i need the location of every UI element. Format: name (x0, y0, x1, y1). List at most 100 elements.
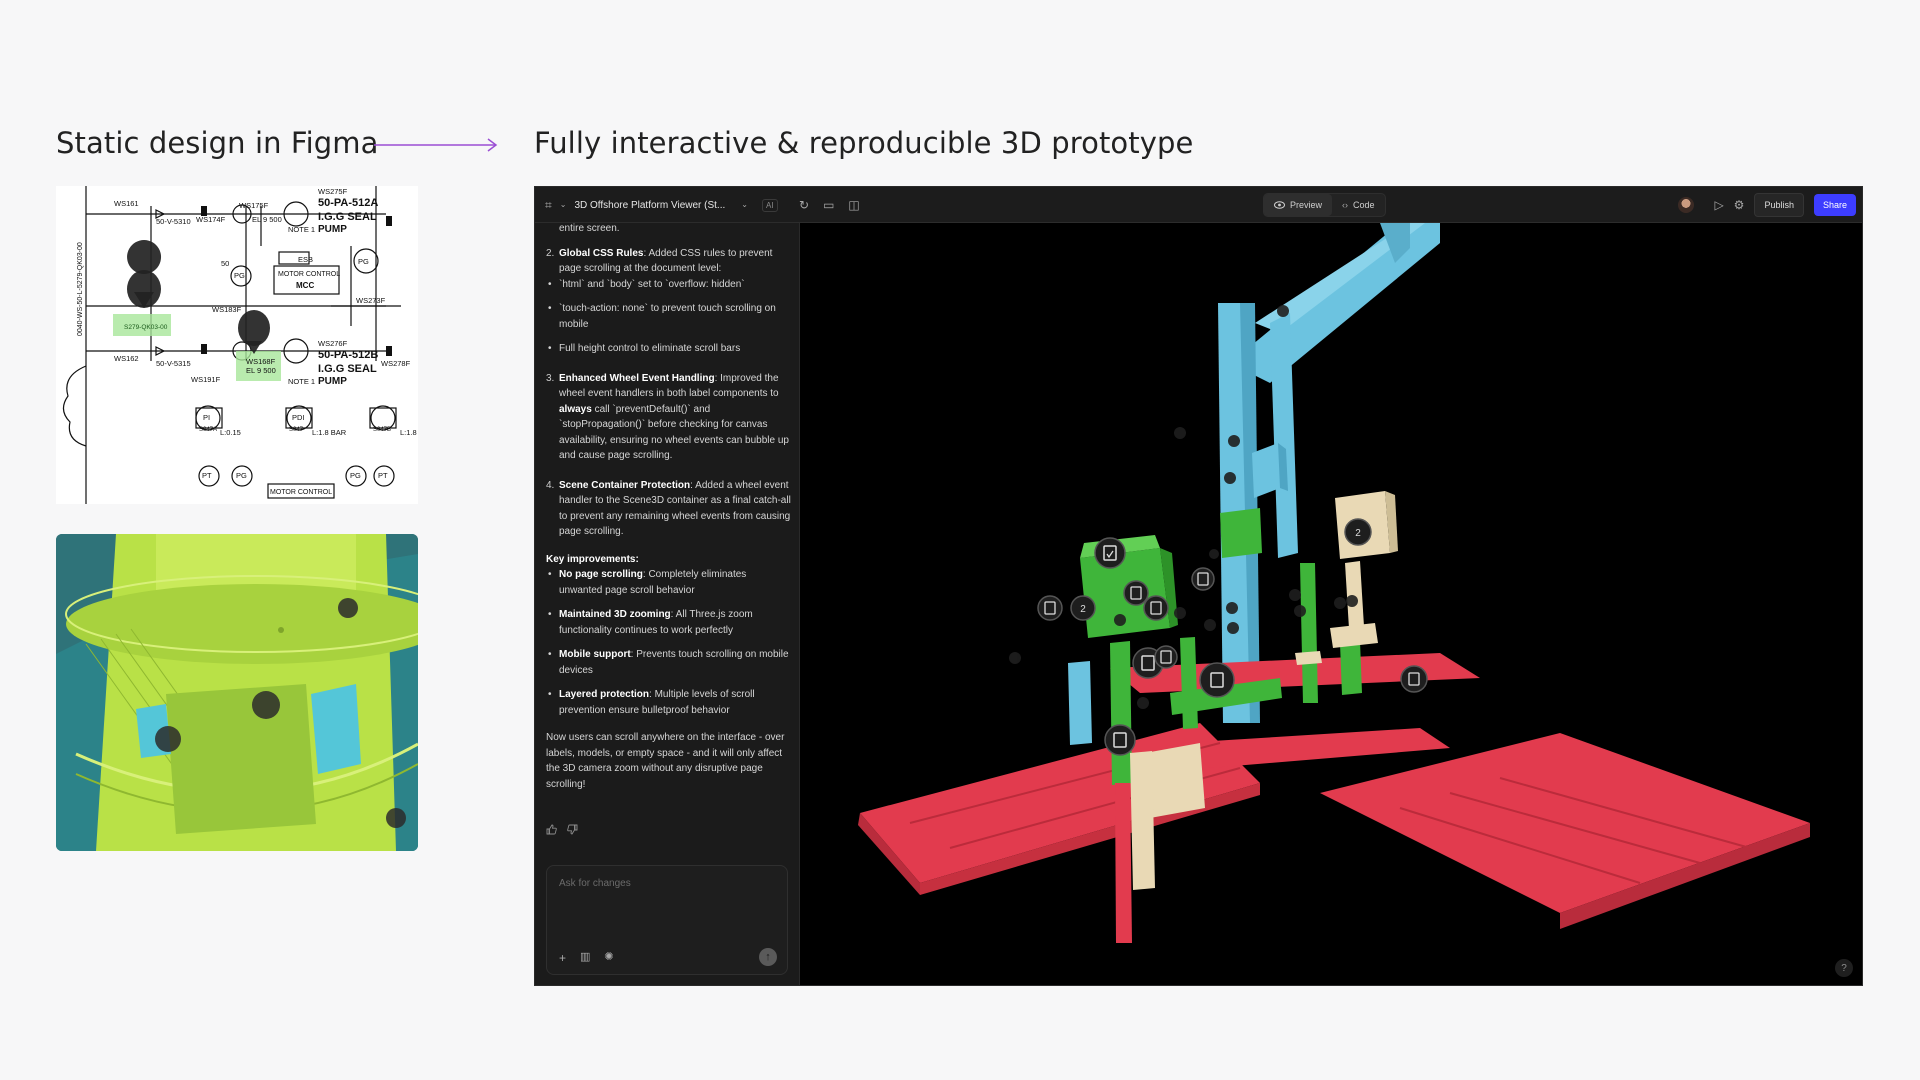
avatar[interactable] (1678, 197, 1695, 213)
publish-button[interactable]: Publish (1754, 193, 1804, 217)
send-button[interactable]: ↑ (759, 948, 777, 966)
gear-icon[interactable]: ⚙ (1734, 199, 1745, 211)
svg-text:MCC: MCC (296, 281, 314, 290)
note-marker-icon[interactable] (1037, 595, 1063, 621)
svg-text:PG: PG (236, 471, 247, 480)
svg-text:2: 2 (1355, 528, 1361, 539)
tab-code[interactable]: ‹› Code (1332, 194, 1385, 216)
pid-diagram-card: WS161 50-V-5310 WS174F WS175F EL 9 500 N… (56, 186, 418, 504)
svg-text:PT: PT (202, 471, 212, 480)
list-item: • Maintained 3D zooming: All Three.js zoo… (548, 609, 753, 636)
top-toolbar: ⌗ ⌄ 3D Offshore Platform Viewer (St... ⌄… (535, 187, 1862, 223)
feedback-row (546, 824, 578, 835)
split-view-icon[interactable]: ◫ (848, 199, 859, 211)
svg-text:WS276F: WS276F (318, 339, 348, 348)
svg-text:I.G.G SEAL: I.G.G SEAL (318, 211, 377, 223)
svg-text:WS175F: WS175F (239, 201, 269, 210)
hull-render (56, 534, 418, 851)
note-marker-icon[interactable] (1123, 580, 1149, 606)
prototype-heading: Fully interactive & reproducible 3D prot… (534, 126, 1194, 160)
svg-text:L:0.15: L:0.15 (220, 428, 241, 437)
map-pin-icon[interactable] (238, 310, 270, 354)
refresh-icon[interactable]: ↻ (799, 199, 809, 211)
device-view-icon[interactable]: ▭ (823, 199, 834, 211)
view-toggle: Preview ‹› Code (1263, 193, 1386, 217)
svg-text:WS183F: WS183F (212, 305, 242, 314)
svg-text:PG: PG (234, 271, 245, 280)
static-design-heading: Static design in Figma (56, 126, 379, 160)
ai-badge: AI (761, 198, 778, 212)
list-item: 2. Global CSS Rules: Added CSS rules to … (546, 247, 773, 275)
svg-text:I.G.G SEAL: I.G.G SEAL (318, 363, 377, 375)
svg-text:S047B: S047B (373, 427, 391, 433)
book-icon[interactable]: ▥ (580, 952, 590, 964)
note-marker-icon[interactable] (1400, 665, 1428, 693)
svg-text:PI: PI (203, 413, 210, 422)
tab-preview[interactable]: Preview (1264, 194, 1333, 216)
help-button[interactable]: ? (1835, 959, 1853, 977)
plus-icon[interactable]: + (559, 952, 566, 964)
list-item: 3. Enhanced Wheel Event Handling: Improv… (546, 372, 789, 462)
app-window: ⌗ ⌄ 3D Offshore Platform Viewer (St... ⌄… (534, 186, 1863, 986)
svg-text:S279-QK03-00: S279-QK03-00 (124, 324, 168, 331)
note-marker-icon[interactable] (1199, 662, 1235, 698)
svg-text:0040-WS-50-L-5279-QK03-00: 0040-WS-50-L-5279-QK03-00 (77, 242, 84, 336)
arrow-right-icon (374, 138, 498, 152)
chat-composer[interactable]: Ask for changes + ▥ ✺ ↑ (546, 865, 788, 975)
list-item: • `touch-action: none` to prevent touch s… (548, 303, 776, 330)
app-logo-icon[interactable]: ⌗ (545, 199, 552, 211)
list-item: • No page scrolling: Completely eliminate… (548, 569, 747, 596)
note-marker-icon[interactable] (1143, 595, 1169, 621)
code-icon: ‹› (1342, 199, 1349, 210)
count-badge[interactable]: 2 (1070, 595, 1096, 621)
project-title[interactable]: 3D Offshore Platform Viewer (St... (574, 200, 725, 211)
list-item: • Mobile support: Prevents touch scrollin… (548, 649, 789, 676)
svg-text:MOTOR CONTROL: MOTOR CONTROL (270, 489, 332, 496)
3d-viewport[interactable]: 2 2 ? (800, 223, 1863, 986)
svg-text:MOTOR CONTROL: MOTOR CONTROL (278, 271, 340, 278)
key-improvements-heading: Key improvements: (546, 553, 639, 565)
svg-text:L:1.8: L:1.8 (400, 428, 417, 437)
svg-text:WS162: WS162 (114, 354, 139, 363)
svg-text:PDI: PDI (292, 413, 305, 422)
marker-dot-icon[interactable] (386, 808, 406, 828)
composer-input[interactable]: Ask for changes (559, 878, 631, 889)
svg-text:WS275F: WS275F (318, 187, 348, 196)
list-item: • Layered protection: Multiple levels of … (548, 689, 755, 716)
sparkle-icon[interactable]: ✺ (604, 952, 613, 964)
title-chevron-down-icon[interactable]: ⌄ (741, 201, 748, 209)
note-marker-icon[interactable] (1104, 724, 1136, 756)
note-marker-icon[interactable] (155, 726, 181, 752)
svg-text:NOTE 1: NOTE 1 (288, 225, 315, 234)
chat-sidebar: entire screen. 2. Global CSS Rules: Adde… (535, 223, 800, 985)
list-item: • `html` and `body` set to `overflow: hid… (548, 278, 745, 290)
svg-text:EL 9 500: EL 9 500 (252, 215, 282, 224)
count-badge[interactable]: 2 (1344, 518, 1372, 546)
svg-text:WS191F: WS191F (191, 375, 221, 384)
note-marker-icon[interactable] (1154, 645, 1178, 669)
svg-text:50-PA-512A: 50-PA-512A (318, 197, 378, 209)
eye-icon (1274, 201, 1285, 209)
marker-dot-icon[interactable] (338, 598, 358, 618)
svg-text:WS273F: WS273F (356, 296, 386, 305)
pid-diagram: WS161 50-V-5310 WS174F WS175F EL 9 500 N… (62, 186, 417, 504)
note-marker-icon[interactable] (1191, 567, 1215, 591)
svg-text:2: 2 (1080, 604, 1086, 615)
thumbs-down-icon[interactable] (567, 824, 578, 835)
chevron-down-icon[interactable]: ⌄ (560, 201, 567, 209)
play-icon[interactable]: ▷ (1714, 199, 1723, 211)
note-marker-icon[interactable] (252, 691, 280, 719)
svg-text:NOTE 1: NOTE 1 (288, 377, 315, 386)
svg-text:50: 50 (221, 259, 229, 268)
share-button[interactable]: Share (1813, 194, 1856, 216)
svg-text:WS278F: WS278F (381, 359, 411, 368)
offshore-platform-scene[interactable]: 2 2 (800, 223, 1863, 986)
chat-message: entire screen. 2. Global CSS Rules: Adde… (546, 223, 792, 792)
svg-text:PT: PT (378, 471, 388, 480)
note-marker-icon[interactable] (1094, 537, 1126, 569)
svg-text:S047A: S047A (199, 427, 217, 433)
map-pin-icon[interactable] (127, 240, 162, 308)
list-item: 4. Scene Container Protection: Added a w… (546, 479, 791, 538)
thumbs-up-icon[interactable] (546, 824, 557, 835)
svg-text:50-V-5315: 50-V-5315 (156, 359, 191, 368)
